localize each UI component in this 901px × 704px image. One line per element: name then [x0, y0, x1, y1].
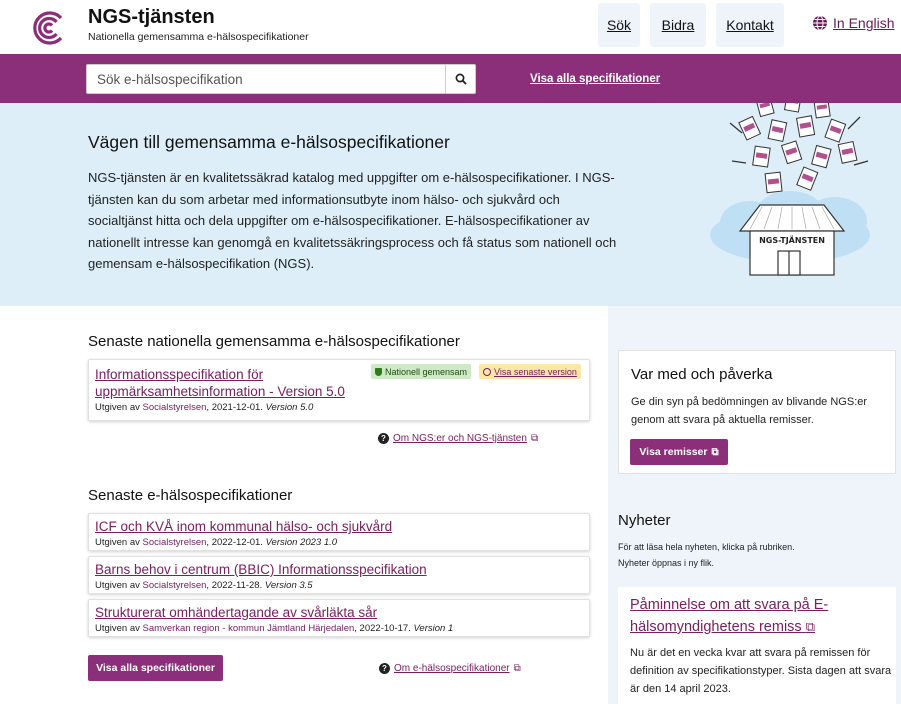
- news-item-title: Påminnelse om att svara på E-hälsomyndig…: [630, 597, 829, 635]
- ngs-house-illustration-icon: NGS-TJÄNSTEN: [710, 103, 870, 276]
- about-ehealth-specs-label: Om e-hälsospecifikationer: [394, 663, 510, 674]
- about-ngs-label: Om NGS:er och NGS-tjänsten: [393, 433, 527, 444]
- publisher-link[interactable]: Socialstyrelsen: [143, 537, 207, 548]
- list-item: Strukturerat omhändertagande av svårläkt…: [88, 599, 590, 637]
- spec-meta: Utgiven av Socialstyrelsen, 2022-12-01. …: [95, 537, 589, 548]
- clock-icon: [483, 367, 491, 376]
- spec-title-link[interactable]: Barns behov i centrum (BBIC) Information…: [95, 561, 589, 578]
- about-ehealth-specs-link[interactable]: ? Om e-hälsospecifikationer ⧉: [379, 663, 521, 674]
- national-spec-title-link[interactable]: Informationsspecifikation för uppmärksam…: [95, 366, 365, 400]
- language-link[interactable]: In English: [812, 15, 894, 31]
- hero-text: NGS-tjänsten är en kvalitetssäkrad katal…: [88, 170, 617, 271]
- show-all-specs-link[interactable]: Visa alla specifikationer: [530, 73, 660, 85]
- spec-title-link[interactable]: Strukturerat omhändertagande av svårläkt…: [95, 604, 589, 621]
- site-header: NGS-tjänsten Nationella gemensamma e-häl…: [0, 0, 901, 54]
- search-icon: [455, 73, 467, 85]
- sidebar: Var med och påverka Ge din syn på bedömn…: [608, 306, 901, 704]
- show-remisser-button[interactable]: Visa remisser ⧉: [630, 439, 728, 465]
- language-label: In English: [833, 15, 895, 31]
- external-link-icon: ⧉: [805, 619, 815, 634]
- list-item: ICF och KVÅ inom kommunal hälso- och sju…: [88, 513, 590, 551]
- external-link-icon: ⧉: [513, 663, 521, 674]
- publisher-link[interactable]: Socialstyrelsen: [143, 580, 207, 591]
- national-spec-meta: Utgiven av Socialstyrelsen, 2021-12-01. …: [95, 402, 589, 413]
- spec-meta: Utgiven av Samverkan region - kommun Jäm…: [95, 623, 589, 634]
- show-all-specs-button[interactable]: Visa alla specifikationer: [88, 655, 223, 681]
- globe-icon: [813, 15, 827, 31]
- search-box: [86, 64, 476, 94]
- news-heading: Nyheter: [618, 512, 671, 529]
- meta-date: , 2022-11-28.: [206, 580, 265, 591]
- about-ngs-link[interactable]: ? Om NGS:er och NGS-tjänsten ⧉: [378, 433, 538, 444]
- news-item-title-link[interactable]: Påminnelse om att svara på E-hälsomyndig…: [630, 595, 870, 638]
- ngs-logo-icon[interactable]: [30, 10, 66, 46]
- external-link-icon: ⧉: [530, 433, 539, 444]
- news-note: För att läsa hela nyheten, klicka på rub…: [618, 539, 795, 571]
- spec-meta: Utgiven av Socialstyrelsen, 2022-11-28. …: [95, 580, 589, 591]
- publisher-link[interactable]: Socialstyrelsen: [143, 402, 207, 413]
- spec-title-link[interactable]: ICF och KVÅ inom kommunal hälso- och sju…: [95, 518, 589, 535]
- latest-version-badge[interactable]: Visa senaste version: [479, 364, 581, 379]
- status-badge-label: Nationell gemensam: [385, 366, 468, 377]
- nav-contact-link[interactable]: Kontakt: [716, 3, 784, 47]
- participate-panel: Var med och påverka Ge din syn på bedömn…: [618, 350, 896, 474]
- meta-version: Version 2023 1.0: [265, 537, 338, 548]
- main-content: Senaste nationella gemensamma e-hälsospe…: [0, 306, 608, 704]
- news-item-body: Nu är det en vecka kvar att svara på rem…: [630, 647, 892, 695]
- show-remisser-label: Visa remisser: [639, 446, 708, 458]
- nav-search-link[interactable]: Sök: [598, 3, 640, 47]
- meta-version: Version 5.0: [265, 402, 314, 413]
- news-note-line: För att läsa hela nyheten, klicka på rub…: [618, 542, 795, 552]
- hero-heading: Vägen till gemensamma e-hälsospecifikati…: [88, 132, 450, 152]
- meta-date: , 2022-10-17.: [354, 623, 414, 634]
- list-item: Barns behov i centrum (BBIC) Information…: [88, 556, 590, 594]
- publisher-link[interactable]: Samverkan region - kommun Jämtland Härje…: [143, 623, 355, 634]
- nav-contribute-link[interactable]: Bidra: [650, 3, 706, 47]
- national-specs-heading: Senaste nationella gemensamma e-hälsospe…: [88, 333, 460, 350]
- meta-version: Version 1: [413, 623, 454, 634]
- shield-icon: [375, 367, 382, 376]
- meta-date: , 2022-12-01.: [206, 537, 266, 548]
- illustration-sign-text: NGS-TJÄNSTEN: [759, 235, 825, 245]
- search-input[interactable]: [87, 65, 445, 93]
- news-item: Påminnelse om att svara på E-hälsomyndig…: [618, 587, 896, 704]
- external-link-icon: ⧉: [711, 446, 719, 458]
- site-title[interactable]: NGS-tjänsten: [88, 6, 215, 29]
- meta-prefix: Utgiven av: [95, 537, 143, 548]
- hero-section: Vägen till gemensamma e-hälsospecifikati…: [0, 103, 901, 306]
- meta-date: , 2021-12-01.: [206, 402, 266, 413]
- meta-prefix: Utgiven av: [95, 623, 143, 634]
- meta-prefix: Utgiven av: [95, 580, 143, 591]
- question-icon: ?: [378, 433, 389, 444]
- meta-prefix: Utgiven av: [95, 402, 143, 413]
- latest-specs-heading: Senaste e-hälsospecifikationer: [88, 487, 293, 504]
- question-icon: ?: [379, 663, 390, 674]
- latest-version-label: Visa senaste version: [494, 366, 577, 377]
- search-bar: Visa alla specifikationer: [0, 54, 901, 103]
- status-badge: Nationell gemensam: [371, 364, 472, 379]
- site-subtitle: Nationella gemensamma e-hälsospecifikati…: [88, 31, 309, 43]
- news-note-line: Nyheter öppnas i ny flik.: [618, 558, 715, 568]
- search-button[interactable]: [445, 65, 475, 93]
- national-spec-card: Informationsspecifikation för uppmärksam…: [88, 359, 590, 421]
- participate-text: Ge din syn på bedömningen av blivande NG…: [631, 396, 868, 426]
- meta-version: Version 3.5: [264, 580, 313, 591]
- participate-heading: Var med och påverka: [631, 366, 773, 383]
